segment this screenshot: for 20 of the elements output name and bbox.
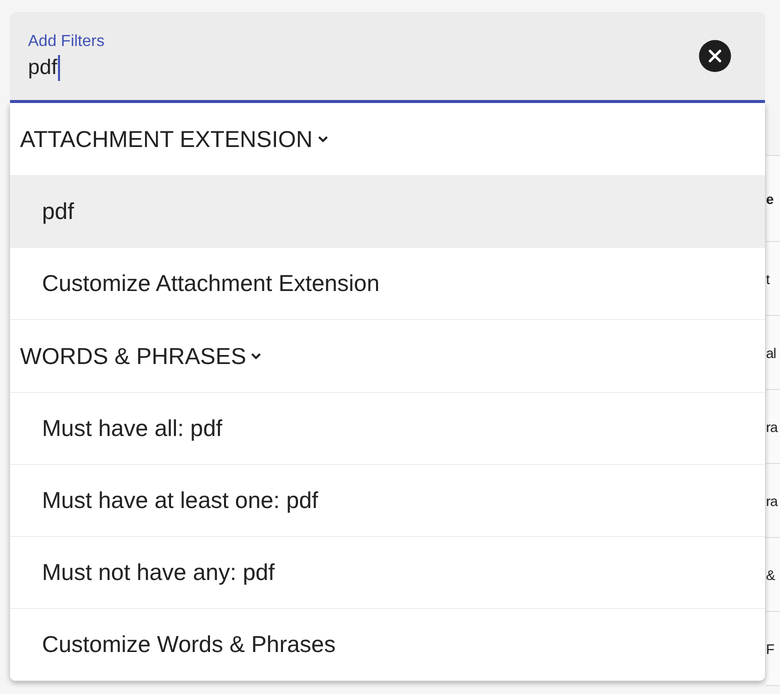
column-header: e (766, 190, 774, 206)
menu-item[interactable]: Customize Words & Phrases (10, 609, 765, 681)
section-title: WORDS & PHRASES (20, 342, 246, 370)
field-label: Add Filters (28, 33, 104, 51)
menu-item[interactable]: Must have at least one: pdf (10, 465, 765, 537)
field-value: pdf (28, 55, 60, 81)
menu-item[interactable]: Must have all: pdf (10, 393, 765, 465)
menu-item[interactable]: pdf (10, 176, 765, 248)
section-title: ATTACHMENT EXTENSION (20, 126, 313, 152)
table-cell: ra (766, 418, 778, 434)
clear-button[interactable] (699, 40, 731, 72)
table-cell: F (766, 640, 774, 656)
table-cell: t (766, 270, 770, 286)
table-cell: ra (766, 492, 778, 508)
menu-item[interactable]: Customize Attachment Extension (10, 248, 765, 320)
table-cell: al (766, 344, 776, 360)
table-cell: & (766, 566, 775, 582)
menu-item[interactable]: Must not have any: pdf (10, 537, 765, 609)
close-icon (708, 49, 722, 63)
filter-field[interactable]: Add Filters pdf (10, 12, 765, 103)
